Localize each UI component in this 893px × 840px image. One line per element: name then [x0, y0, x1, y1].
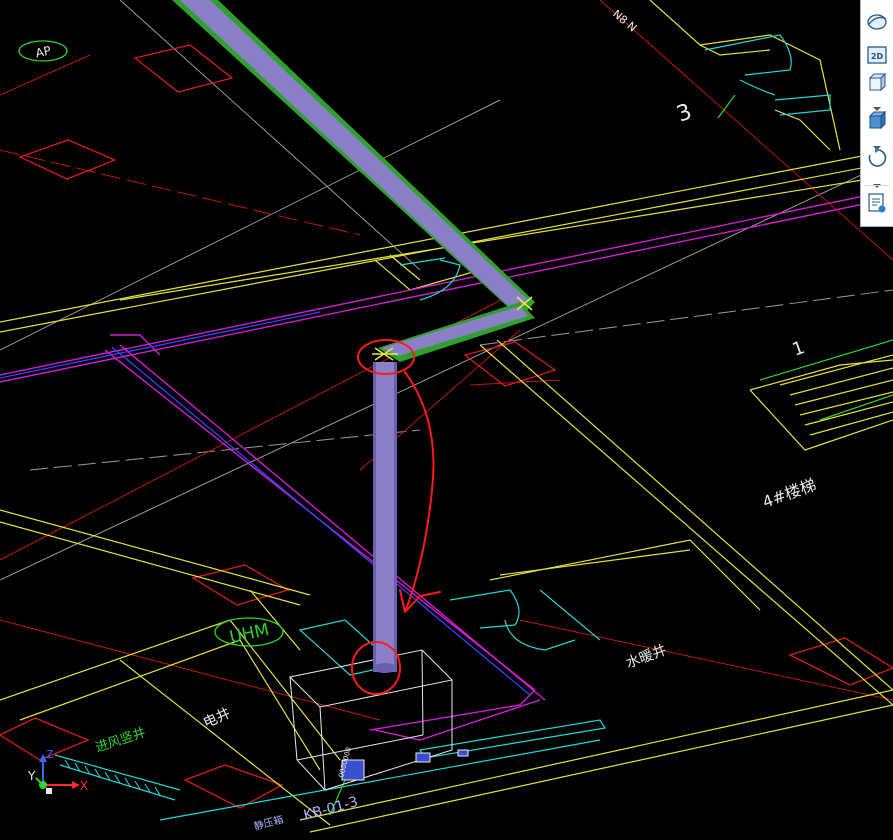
layer-settings-icon[interactable]	[865, 191, 889, 215]
orbit-icon[interactable]	[865, 10, 889, 34]
grid-bubble-uhm: UHM	[214, 617, 284, 648]
doors-cyan	[54, 34, 831, 821]
cad-3d-viewport[interactable]: AP UHM 3 1 4#楼梯 水暖井 电井 进风竖井 KB-01-3 静压箱 …	[0, 0, 893, 840]
view-2d-button[interactable]: 2D	[865, 43, 889, 67]
rotate-icon[interactable]	[865, 146, 889, 170]
grid-bubble-ap: AP	[18, 40, 68, 62]
column-markers	[0, 44, 893, 809]
walls-yellow	[0, 0, 893, 833]
label-number-1: 1	[790, 337, 808, 361]
label-number-3: 3	[674, 99, 696, 127]
view-2d-label: 2D	[871, 52, 884, 61]
label-room-prefix: 静压箱	[252, 813, 284, 833]
view-3d-shaded-dropdown-icon[interactable]	[872, 136, 882, 150]
axis-x-label: X	[80, 779, 88, 793]
toolbar-divider	[865, 185, 889, 186]
pipes-magenta	[0, 189, 893, 741]
rotate-dropdown-icon[interactable]	[872, 174, 882, 188]
label-elec-well: 电井	[201, 705, 233, 731]
axis-y-label: Y	[27, 769, 36, 783]
view-2d-icon: 2D	[867, 46, 887, 64]
grid-bubble-uhm-label: UHM	[228, 620, 271, 648]
view-3d-cube-icon[interactable]	[865, 70, 889, 94]
axis-lines-red	[0, 0, 893, 721]
view-3d-cube-dropdown-icon[interactable]	[872, 97, 882, 111]
label-vent-shaft: 进风竖井	[94, 725, 148, 755]
label-room-code: KB-01-3	[302, 794, 360, 824]
label-stair: 4#楼梯	[760, 475, 819, 512]
view-toolbar: 2D	[860, 0, 893, 227]
view-3d-shaded-icon[interactable]	[865, 108, 889, 132]
drawing-labels: 3 1 4#楼梯 水暖井 电井 进风竖井 KB-01-3 静压箱 0000000…	[94, 7, 819, 833]
grid-bubble-ap-label: AP	[34, 44, 52, 61]
axis-z-label: Z	[46, 748, 54, 761]
